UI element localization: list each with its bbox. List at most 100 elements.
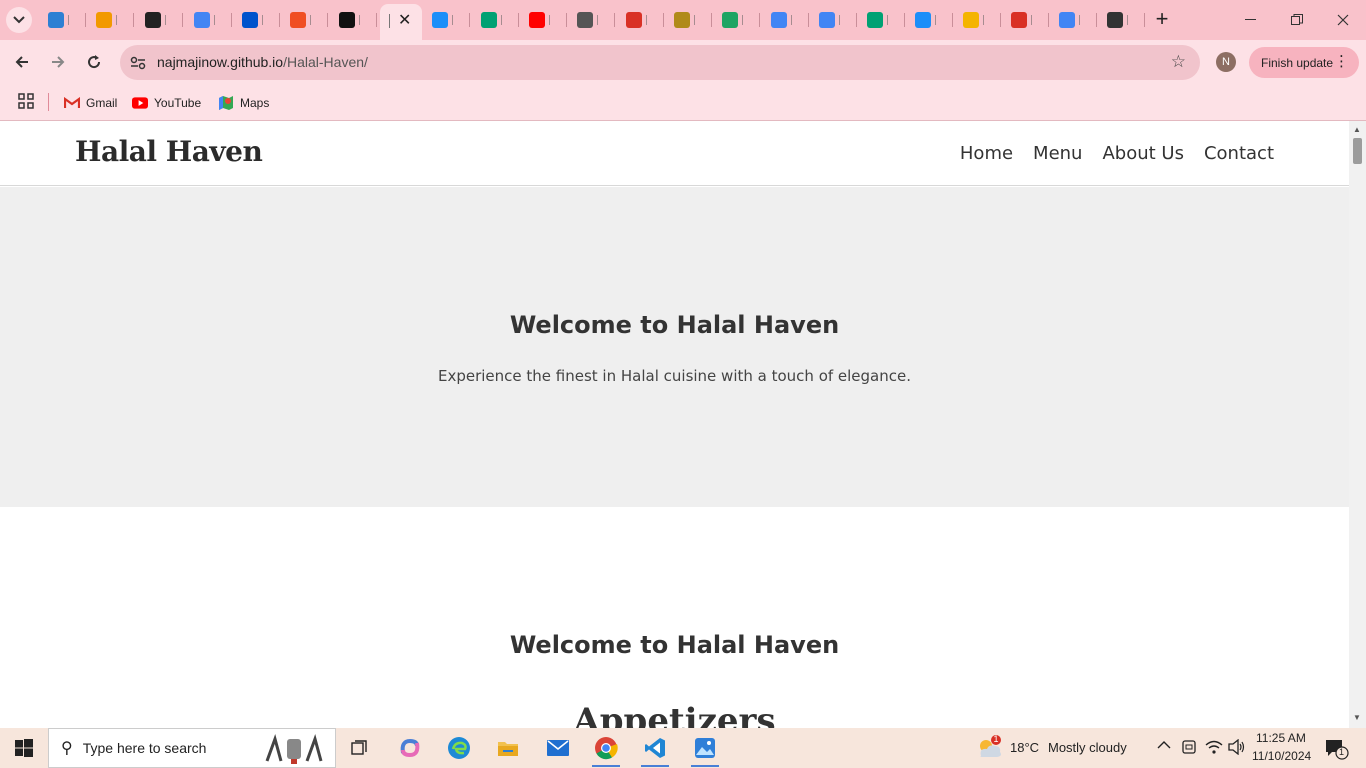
bookmark-maps[interactable]: Maps bbox=[218, 92, 269, 114]
browser-tab[interactable] bbox=[282, 6, 328, 34]
tab-title-fade bbox=[116, 15, 124, 25]
photos-taskbar-button[interactable] bbox=[685, 732, 725, 767]
tab-title-fade bbox=[214, 15, 222, 25]
profile-avatar[interactable]: N bbox=[1216, 52, 1236, 72]
active-tab[interactable]: ✕ bbox=[380, 4, 422, 40]
edge-taskbar-button[interactable] bbox=[439, 732, 479, 764]
close-icon bbox=[1337, 14, 1349, 26]
google-play-icon bbox=[867, 12, 883, 28]
browser-tab[interactable] bbox=[569, 6, 615, 34]
bookmark-separator bbox=[48, 93, 49, 111]
browser-tab[interactable] bbox=[234, 6, 280, 34]
edge-icon bbox=[448, 737, 470, 759]
browser-tab[interactable] bbox=[137, 6, 183, 34]
browser-tab[interactable] bbox=[714, 6, 760, 34]
forward-button[interactable] bbox=[42, 46, 74, 78]
browser-tab[interactable] bbox=[955, 6, 1001, 34]
browser-tab[interactable] bbox=[859, 6, 905, 34]
volume-icon[interactable] bbox=[1228, 738, 1246, 758]
finish-update-button[interactable]: Finish update ⋮ bbox=[1249, 47, 1359, 78]
google-play-icon bbox=[481, 12, 497, 28]
more-vert-icon[interactable]: ⋮ bbox=[1334, 53, 1349, 71]
browser-tab[interactable] bbox=[666, 6, 712, 34]
clock-date[interactable]: 11/10/2024 bbox=[1252, 749, 1311, 763]
browser-tab[interactable] bbox=[186, 6, 232, 34]
web-page: Halal Haven Home Menu About Us Contact W… bbox=[0, 121, 1349, 728]
browser-tab[interactable] bbox=[1003, 6, 1049, 34]
wifi-icon[interactable] bbox=[1205, 739, 1223, 758]
site-logo[interactable]: Halal Haven bbox=[75, 135, 263, 168]
clock-time[interactable]: 11:25 AM bbox=[1256, 731, 1306, 745]
tab-separator bbox=[856, 13, 857, 27]
browser-tab[interactable] bbox=[1099, 6, 1145, 34]
browser-tab[interactable] bbox=[618, 6, 664, 34]
tab-separator bbox=[231, 13, 232, 27]
maps-icon bbox=[218, 96, 234, 110]
tab-separator bbox=[376, 13, 377, 27]
jira-icon bbox=[242, 12, 258, 28]
browser-tab[interactable] bbox=[521, 6, 567, 34]
tab-title-fade bbox=[262, 15, 270, 25]
taskbar-search-box[interactable]: ⚲ Type here to search bbox=[48, 728, 336, 768]
back-button[interactable] bbox=[6, 46, 38, 78]
chrome-taskbar-button[interactable] bbox=[586, 732, 626, 767]
address-bar[interactable]: najmajinow.github.io/Halal-Haven/ ☆ bbox=[120, 45, 1200, 80]
browser-tab[interactable] bbox=[40, 6, 86, 34]
tab-title-fade bbox=[887, 15, 895, 25]
mail-icon bbox=[547, 740, 569, 756]
file-explorer-taskbar-button[interactable] bbox=[488, 732, 528, 764]
tab-separator bbox=[711, 13, 712, 27]
tab-title-fade bbox=[694, 15, 702, 25]
copilot-taskbar-button[interactable] bbox=[390, 732, 430, 764]
close-tab-icon[interactable]: ✕ bbox=[398, 10, 411, 30]
nav-menu-link[interactable]: Menu bbox=[1033, 143, 1082, 164]
nav-home-link[interactable]: Home bbox=[960, 143, 1013, 164]
tab-strip: ✕ + bbox=[0, 0, 1366, 40]
browser-tab[interactable] bbox=[473, 6, 519, 34]
profile-initial: N bbox=[1222, 56, 1230, 68]
task-view-button[interactable] bbox=[340, 732, 380, 764]
restore-button[interactable] bbox=[1274, 0, 1320, 40]
bookmark-gmail[interactable]: Gmail bbox=[64, 92, 117, 114]
weather-widget-icon[interactable]: 1 bbox=[975, 734, 1005, 762]
browser-tab[interactable] bbox=[424, 6, 470, 34]
meet-now-icon[interactable] bbox=[1181, 738, 1197, 759]
site-info-icon[interactable] bbox=[128, 53, 148, 73]
nav-contact-link[interactable]: Contact bbox=[1204, 143, 1274, 164]
chrome-icon bbox=[595, 737, 618, 760]
page-scrollbar[interactable]: ▲ ▼ bbox=[1349, 121, 1366, 728]
browser-tab[interactable] bbox=[331, 6, 377, 34]
weather-badge: 1 bbox=[993, 734, 999, 744]
close-window-button[interactable] bbox=[1320, 0, 1366, 40]
browser-tab[interactable] bbox=[763, 6, 809, 34]
minimize-button[interactable] bbox=[1228, 0, 1274, 40]
scroll-down-arrow-icon[interactable]: ▼ bbox=[1353, 713, 1361, 722]
apps-grid-icon[interactable] bbox=[18, 93, 34, 109]
nav-about-link[interactable]: About Us bbox=[1102, 143, 1184, 164]
notification-center-icon[interactable]: 1 bbox=[1325, 738, 1349, 763]
browser-tab[interactable] bbox=[811, 6, 857, 34]
tab-title-fade bbox=[68, 15, 76, 25]
mail-taskbar-button[interactable] bbox=[538, 732, 578, 764]
scroll-thumb[interactable] bbox=[1353, 138, 1362, 164]
bookmark-star-icon[interactable]: ☆ bbox=[1171, 52, 1186, 72]
bookmark-youtube[interactable]: YouTube bbox=[132, 92, 201, 114]
tab-search-button[interactable] bbox=[6, 7, 32, 33]
tab-separator bbox=[182, 13, 183, 27]
tab-title-fade bbox=[549, 15, 557, 25]
reload-button[interactable] bbox=[78, 46, 110, 78]
browser-tab[interactable] bbox=[88, 6, 134, 34]
tab-title-fade bbox=[791, 15, 799, 25]
weather-temperature[interactable]: 18°C bbox=[1010, 740, 1039, 755]
tab-separator bbox=[566, 13, 567, 27]
vscode-taskbar-button[interactable] bbox=[635, 732, 675, 767]
weather-condition[interactable]: Mostly cloudy bbox=[1048, 740, 1127, 755]
browser-tab[interactable] bbox=[1051, 6, 1097, 34]
gmail-icon bbox=[626, 12, 642, 28]
url-text[interactable]: najmajinow.github.io/Halal-Haven/ bbox=[157, 54, 368, 70]
start-button[interactable] bbox=[0, 728, 48, 768]
scroll-up-arrow-icon[interactable]: ▲ bbox=[1353, 125, 1361, 134]
new-tab-button[interactable]: + bbox=[1150, 8, 1174, 32]
browser-tab[interactable] bbox=[907, 6, 953, 34]
show-hidden-icons-chevron-icon[interactable] bbox=[1157, 737, 1171, 754]
